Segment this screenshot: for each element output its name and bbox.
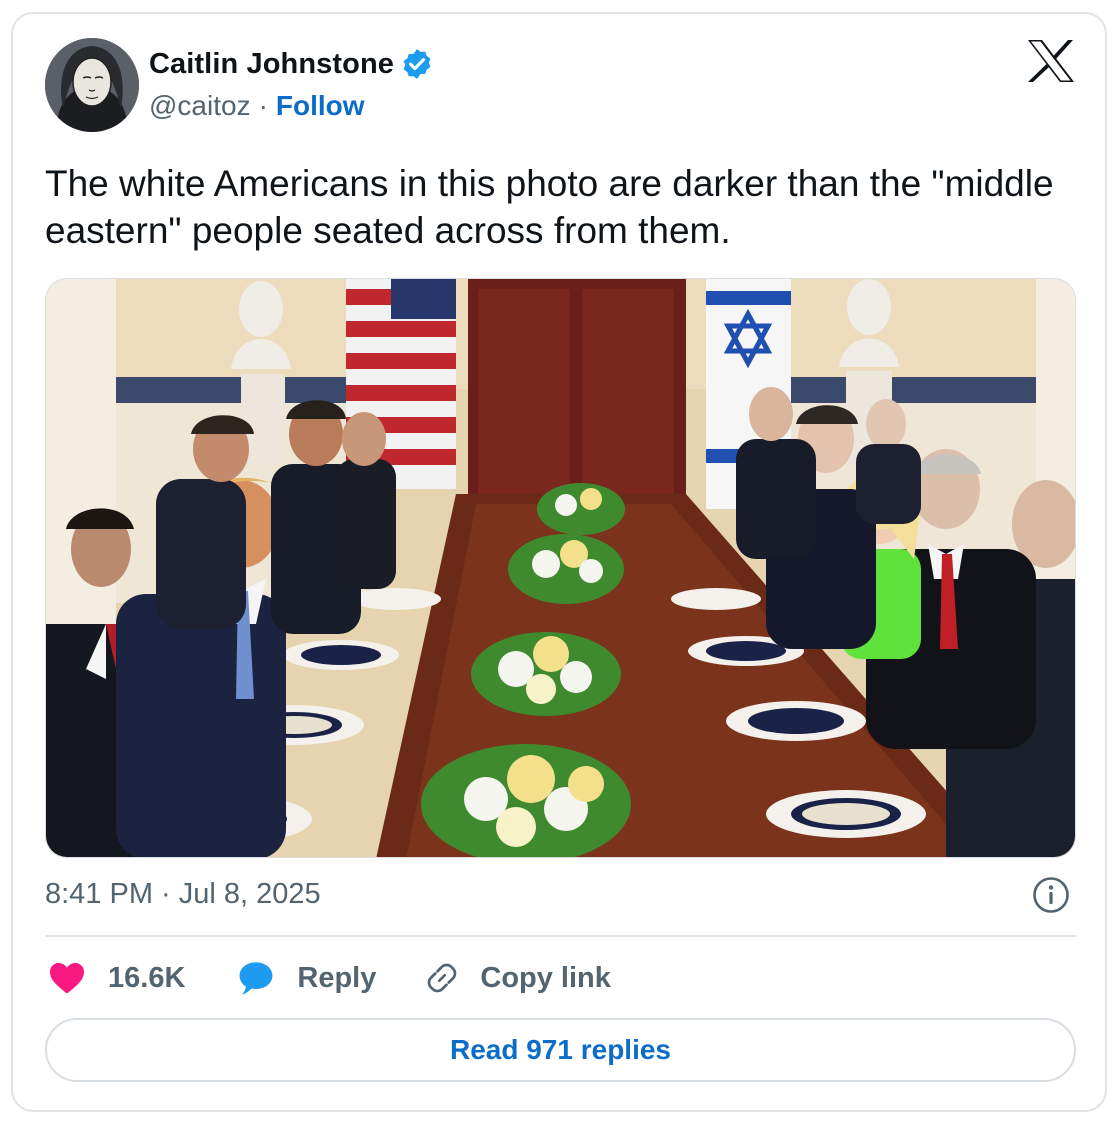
read-replies-button[interactable]: Read 971 replies xyxy=(45,1018,1076,1082)
copy-link-label: Copy link xyxy=(480,961,611,994)
author-handle[interactable]: @caitoz xyxy=(149,90,251,122)
tweet-timestamp[interactable]: 8:41 PM · Jul 8, 2025 xyxy=(45,878,321,911)
heart-icon xyxy=(48,961,86,995)
verified-badge-icon xyxy=(400,47,434,81)
speech-bubble-icon xyxy=(237,960,275,996)
tweet-text: The white Americans in this photo are da… xyxy=(45,163,1054,251)
divider xyxy=(45,935,1076,937)
separator-dot: · xyxy=(258,90,268,121)
like-count: 16.6K xyxy=(108,961,186,994)
info-icon[interactable] xyxy=(1031,875,1071,915)
tweet-photo[interactable] xyxy=(45,278,1076,858)
read-replies-label: Read 971 replies xyxy=(449,1034,672,1065)
author-name-row: Caitlin Johnstone xyxy=(149,47,434,81)
author-name[interactable]: Caitlin Johnstone xyxy=(149,48,394,81)
photo-illustration xyxy=(46,279,1075,857)
author-avatar[interactable] xyxy=(45,38,139,132)
follow-button[interactable]: Follow xyxy=(276,90,365,122)
x-logo-icon[interactable] xyxy=(1026,38,1076,84)
reply-label: Reply xyxy=(297,961,377,994)
reply-button[interactable]: Reply xyxy=(237,960,424,996)
link-icon xyxy=(424,960,460,996)
tweet-actions: 16.6K Reply Copy link xyxy=(48,955,611,1001)
author-handle-row: @caitoz · Follow xyxy=(149,90,365,122)
like-button[interactable]: 16.6K xyxy=(48,961,237,995)
copy-link-button[interactable]: Copy link xyxy=(424,960,611,996)
